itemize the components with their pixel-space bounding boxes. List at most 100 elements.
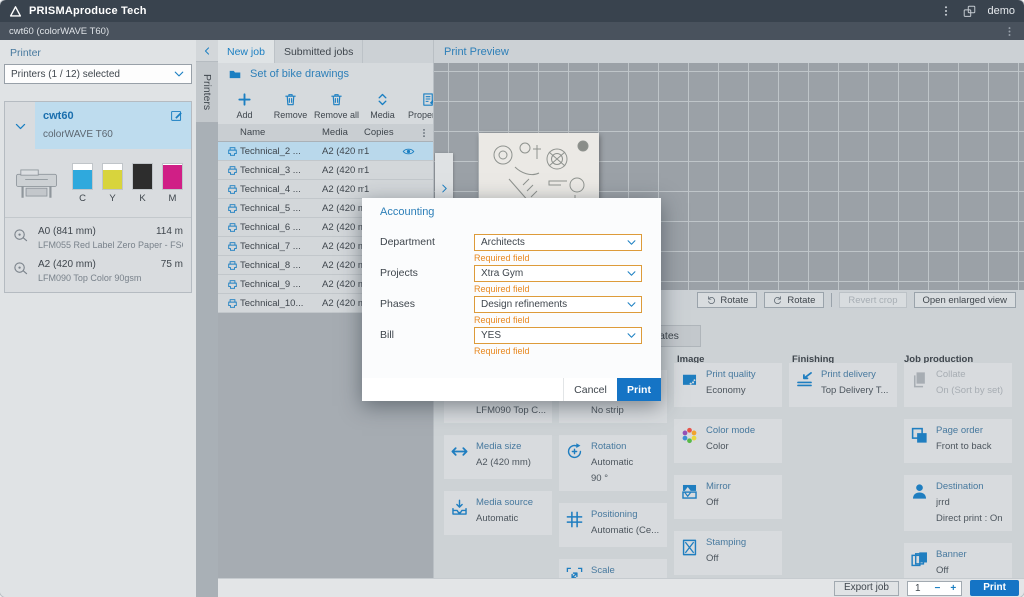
copies-value[interactable]: 1 bbox=[908, 583, 930, 594]
setting-tile-color-mode[interactable]: Color modeColor bbox=[674, 419, 782, 463]
column-header-name[interactable]: Name bbox=[240, 127, 265, 138]
chevron-down-icon bbox=[626, 299, 637, 310]
ink-level-m: M bbox=[162, 163, 183, 204]
dialog-field-phases: PhasesDesign refinementsRequired field bbox=[380, 296, 642, 327]
printer-card-header[interactable]: cwt60 colorWAVE T60 bbox=[35, 102, 191, 149]
setting-tile-media-size[interactable]: Media sizeA2 (420 mm) bbox=[444, 435, 552, 479]
icon-spacer bbox=[565, 400, 584, 416]
printer-card[interactable]: cwt60 colorWAVE T60 CYKM bbox=[4, 101, 192, 293]
roll-media-name: LFM090 Top Color 90gsm bbox=[38, 273, 183, 283]
toolbar-button-remove-all[interactable]: Remove all bbox=[314, 87, 359, 124]
ink-label: M bbox=[169, 193, 177, 204]
job-file-icon bbox=[227, 146, 238, 157]
ink-box bbox=[102, 163, 123, 190]
toolbar-button-properties[interactable]: Properties bbox=[406, 87, 433, 124]
media-roll-icon bbox=[13, 228, 28, 243]
select-value: Architects bbox=[481, 237, 525, 248]
dialog-fields: DepartmentArchitectsRequired fieldProjec… bbox=[380, 234, 642, 358]
toolbar-label: Properties bbox=[408, 110, 433, 120]
table-options-icon[interactable] bbox=[419, 128, 429, 138]
dialog-field-department: DepartmentArchitectsRequired field bbox=[380, 234, 642, 265]
setting-tile-positioning[interactable]: PositioningAutomatic (Ce... bbox=[559, 503, 667, 547]
toolbar-button-remove[interactable]: Remove bbox=[268, 87, 313, 124]
setting-tile-stamping[interactable]: StampingOff bbox=[674, 531, 782, 575]
setting-tile-media-source[interactable]: Media sourceAutomatic bbox=[444, 491, 552, 535]
dialog-print-button[interactable]: Print bbox=[617, 378, 661, 401]
job-file-icon bbox=[227, 298, 238, 309]
app-window: PRISMAproduce Tech demo cwt60 (colorWAVE… bbox=[0, 0, 1024, 597]
tile-value: On (Sort by set) bbox=[936, 385, 1007, 396]
tile-value: Front to back bbox=[936, 441, 1007, 452]
select-value: Xtra Gym bbox=[481, 268, 523, 279]
print-button[interactable]: Print bbox=[970, 580, 1019, 596]
tab-submitted-jobs[interactable]: Submitted jobs bbox=[275, 40, 363, 63]
rotate-button[interactable]: Rotate bbox=[764, 292, 824, 308]
chevron-down-icon bbox=[173, 68, 185, 80]
setting-tile-mirror[interactable]: MirrorOff bbox=[674, 475, 782, 519]
department-select[interactable]: Architects bbox=[474, 234, 642, 251]
printers-panel-strip: Printers bbox=[196, 40, 218, 597]
job-file-icon bbox=[227, 222, 238, 233]
setting-tile-scale[interactable]: ScaleAutomatic (to ...49.94 % bbox=[559, 559, 667, 578]
quality-icon bbox=[680, 370, 699, 389]
button-label: Rotate bbox=[787, 295, 815, 306]
tab-new-job[interactable]: New job bbox=[218, 40, 275, 63]
printer-context-bar: cwt60 (colorWAVE T60) bbox=[0, 22, 1024, 40]
titlebar: PRISMAproduce Tech demo bbox=[0, 0, 1024, 22]
job-row[interactable]: Technical_4 ...A2 (420 m1 bbox=[218, 180, 433, 199]
cancel-button[interactable]: Cancel bbox=[563, 378, 617, 401]
job-name: Technical_5 ... bbox=[240, 203, 320, 214]
tile-title: Media source bbox=[476, 497, 547, 508]
printers-vertical-tab[interactable]: Printers bbox=[196, 62, 218, 123]
setting-tile-page-order[interactable]: Page orderFront to back bbox=[904, 419, 1012, 463]
job-media: A2 (420 m bbox=[322, 222, 364, 233]
setting-tile-print-quality[interactable]: Print qualityEconomy bbox=[674, 363, 782, 407]
toolbar-button-add[interactable]: Add bbox=[222, 87, 267, 124]
printer-selector[interactable]: Printers (1 / 12) selected bbox=[4, 64, 192, 84]
collapse-panel-button[interactable] bbox=[196, 40, 218, 62]
context-menu-icon[interactable] bbox=[1004, 26, 1015, 37]
rotation-icon bbox=[565, 442, 584, 461]
export-job-button[interactable]: Export job bbox=[834, 581, 899, 596]
tile-value: jrrd bbox=[936, 497, 1007, 508]
collapse-printer-icon[interactable] bbox=[14, 120, 27, 133]
open-enlarged-view-button[interactable]: Open enlarged view bbox=[914, 292, 1017, 308]
workspace-switch-icon[interactable] bbox=[963, 5, 976, 18]
icon-spacer bbox=[450, 400, 469, 416]
copies-stepper[interactable]: 1 − + bbox=[907, 581, 962, 596]
setting-tile-rotation[interactable]: RotationAutomatic90 ° bbox=[559, 435, 667, 491]
dialog-title: Accounting bbox=[362, 198, 661, 218]
job-row[interactable]: Technical_2 ...A2 (420 m1 bbox=[218, 142, 433, 161]
field-label: Projects bbox=[380, 265, 474, 279]
setting-tile-print-delivery[interactable]: Print deliveryTop Delivery T... bbox=[789, 363, 897, 407]
ink-box bbox=[132, 163, 153, 190]
ink-fill bbox=[133, 164, 152, 189]
setting-tile-destination[interactable]: DestinationjrrdDirect print : On bbox=[904, 475, 1012, 531]
edit-printer-icon[interactable] bbox=[170, 109, 183, 122]
setting-tile-collate: CollateOn (Sort by set) bbox=[904, 363, 1012, 407]
remove-icon bbox=[283, 92, 298, 107]
ink-fill bbox=[163, 165, 182, 189]
rotate-button[interactable]: Rotate bbox=[697, 292, 757, 308]
app-menu-icon[interactable] bbox=[940, 5, 952, 17]
ink-fill bbox=[103, 170, 122, 189]
page-order-icon bbox=[910, 426, 929, 445]
bill-select[interactable]: YES bbox=[474, 327, 642, 344]
user-label[interactable]: demo bbox=[987, 5, 1015, 17]
decrease-copies-button[interactable]: − bbox=[930, 583, 946, 594]
column-header-copies[interactable]: Copies bbox=[364, 127, 394, 138]
projects-select[interactable]: Xtra Gym bbox=[474, 265, 642, 282]
job-row[interactable]: Technical_3 ...A2 (420 m1 bbox=[218, 161, 433, 180]
job-media: A2 (420 m bbox=[322, 184, 364, 195]
toolbar-button-media[interactable]: Media bbox=[360, 87, 405, 124]
tile-title: Print delivery bbox=[821, 369, 892, 380]
required-field-note: Required field bbox=[474, 315, 642, 325]
tile-title: Print quality bbox=[706, 369, 777, 380]
remove-all-icon bbox=[329, 92, 344, 107]
phases-select[interactable]: Design refinements bbox=[474, 296, 642, 313]
column-header-media[interactable]: Media bbox=[322, 127, 348, 138]
preview-eye-icon[interactable] bbox=[402, 145, 415, 158]
setting-tile-banner[interactable]: BannerOff bbox=[904, 543, 1012, 578]
job-copies: 1 bbox=[364, 165, 369, 176]
increase-copies-button[interactable]: + bbox=[945, 583, 961, 594]
